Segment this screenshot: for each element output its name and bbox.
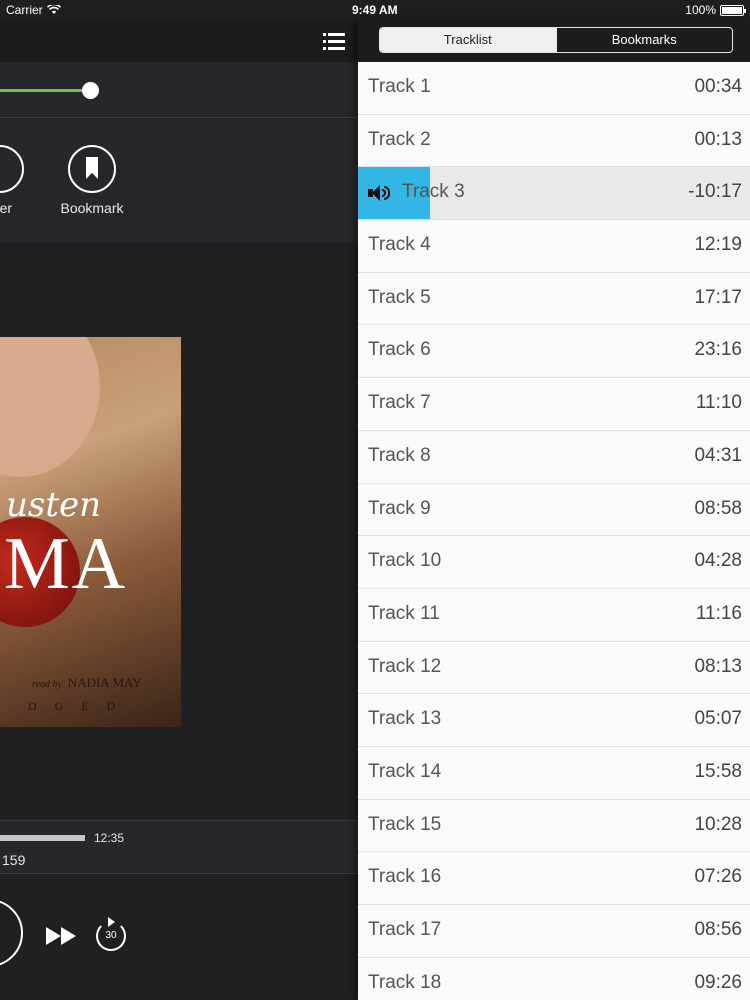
track-name: Track 14 (368, 760, 442, 782)
clock: 9:49 AM (352, 3, 398, 17)
track-row[interactable]: Track 17 08:56 (358, 905, 750, 958)
track-duration: 05:07 (694, 708, 742, 730)
track-name: Track 18 (368, 971, 442, 993)
track-name: Track 5 (368, 286, 431, 308)
battery-fill (722, 6, 742, 14)
wifi-icon (46, 5, 61, 14)
tab-tracklist[interactable]: Tracklist (380, 28, 556, 52)
track-row[interactable]: Track 14 15:58 (358, 746, 750, 800)
track-list: Track 1 00:34 Track 2 00:13 Track 3 -10:17 Tra… (358, 62, 750, 1000)
progress-bar[interactable] (0, 835, 85, 841)
track-name: Track 6 (368, 339, 431, 361)
track-row[interactable]: Track 12 08:13 (358, 641, 750, 695)
cover-author: usten (6, 485, 102, 525)
track-name: Track 7 (368, 392, 431, 414)
track-duration: 11:16 (695, 602, 742, 624)
track-name: Track 15 (368, 813, 442, 835)
track-row[interactable]: Track 4 12:19 (358, 220, 750, 273)
track-duration: 00:13 (694, 128, 742, 150)
track-duration: 12:19 (694, 234, 742, 256)
track-row[interactable]: Track 18 09:26 (358, 957, 750, 1000)
cover-reader-prefix: read by (32, 679, 62, 690)
timer-label: mer (0, 200, 13, 216)
book-cover: usten MA read by NADIA MAY DGED (0, 337, 181, 727)
track-duration: 10:28 (694, 813, 742, 835)
skip-forward-30-icon[interactable]: 30 (96, 917, 126, 951)
player-topbar (0, 20, 358, 62)
track-name: Track 10 (368, 550, 442, 572)
track-duration: 08:56 (694, 919, 742, 940)
play-pause-button[interactable] (0, 899, 23, 967)
skip-seconds: 30 (105, 930, 117, 941)
track-name: Track 4 (368, 234, 431, 256)
playback-controls: 30 (0, 875, 358, 1000)
track-duration: 08:13 (694, 655, 742, 677)
track-duration: 08:58 (694, 497, 742, 519)
tab-switcher: Tracklist Bookmarks (379, 27, 733, 53)
slider-fill (0, 89, 90, 92)
status-right: 100% (685, 3, 746, 17)
track-duration: 04:31 (694, 444, 742, 466)
tracklist-pane: Tracklist Bookmarks Track 1 00:34 Track 2 0… (358, 20, 750, 1000)
list-menu-icon[interactable] (323, 31, 345, 51)
track-row[interactable]: Track 9 08:58 (358, 483, 750, 537)
progress-row: 12:35 159 (0, 820, 358, 874)
track-duration: 09:26 (694, 971, 742, 993)
carrier-label: Carrier (6, 3, 43, 17)
player-pane: mer Bookmark usten MA read by NADIA MAY D… (0, 20, 358, 1000)
track-name: Track 9 (368, 497, 431, 519)
progress-current: 159 (2, 852, 26, 868)
track-duration: 17:17 (694, 286, 742, 308)
track-name: Track 3 (402, 181, 465, 203)
track-duration: 15:58 (694, 760, 742, 782)
slider-thumb[interactable] (82, 82, 99, 99)
track-name: Track 12 (368, 655, 442, 677)
track-row[interactable]: Track 5 17:17 (358, 272, 750, 326)
cover-reader: read by NADIA MAY (32, 675, 141, 691)
track-row[interactable]: Track 7 11:10 (358, 378, 750, 431)
bookmark-button[interactable]: Bookmark (56, 145, 128, 216)
track-duration: 00:34 (694, 76, 742, 97)
track-duration: 23:16 (694, 339, 742, 361)
track-row[interactable]: Track 8 04:31 (358, 430, 750, 484)
track-duration: 07:26 (694, 866, 742, 888)
track-duration: 04:28 (694, 550, 742, 572)
track-row-current[interactable]: Track 3 -10:17 (358, 167, 750, 221)
status-bar: Carrier 9:49 AM 100% (0, 0, 750, 20)
speaker-icon (368, 185, 390, 202)
tracklist-header: Tracklist Bookmarks (358, 20, 750, 62)
bookmark-label: Bookmark (60, 200, 124, 216)
track-duration: -10:17 (688, 181, 742, 203)
track-name: Track 8 (368, 444, 431, 466)
player-actions: mer Bookmark (0, 119, 358, 243)
timer-icon (0, 145, 24, 193)
track-duration: 11:10 (695, 392, 742, 414)
progress-total: 12:35 (94, 831, 125, 845)
track-name: Track 16 (368, 866, 442, 888)
track-name: Track 13 (368, 708, 442, 730)
track-name: Track 11 (368, 602, 440, 624)
cover-reader-name: NADIA MAY (67, 675, 142, 690)
tab-bookmarks[interactable]: Bookmarks (555, 28, 733, 52)
battery-percent: 100% (685, 3, 716, 17)
track-row[interactable]: Track 15 10:28 (358, 799, 750, 853)
cover-title: MA (4, 523, 128, 605)
track-row[interactable]: Track 6 23:16 (358, 325, 750, 379)
track-row[interactable]: Track 11 11:16 (358, 588, 750, 642)
track-row[interactable]: Track 13 05:07 (358, 694, 750, 747)
track-row[interactable]: Track 16 07:26 (358, 852, 750, 905)
status-left: Carrier (6, 3, 61, 17)
speed-slider-row (0, 62, 358, 118)
battery-icon (720, 4, 746, 16)
track-name: Track 1 (368, 76, 431, 97)
track-row[interactable]: Track 10 04:28 (358, 536, 750, 589)
track-name: Track 2 (368, 128, 431, 150)
sleep-timer-button[interactable]: mer (0, 145, 30, 216)
cover-abridged: DGED (28, 699, 134, 713)
fast-forward-icon[interactable] (46, 927, 78, 945)
track-row[interactable]: Track 1 00:34 (358, 62, 750, 115)
track-row[interactable]: Track 2 00:13 (358, 114, 750, 168)
bookmark-icon (68, 145, 116, 193)
track-name: Track 17 (368, 919, 442, 940)
